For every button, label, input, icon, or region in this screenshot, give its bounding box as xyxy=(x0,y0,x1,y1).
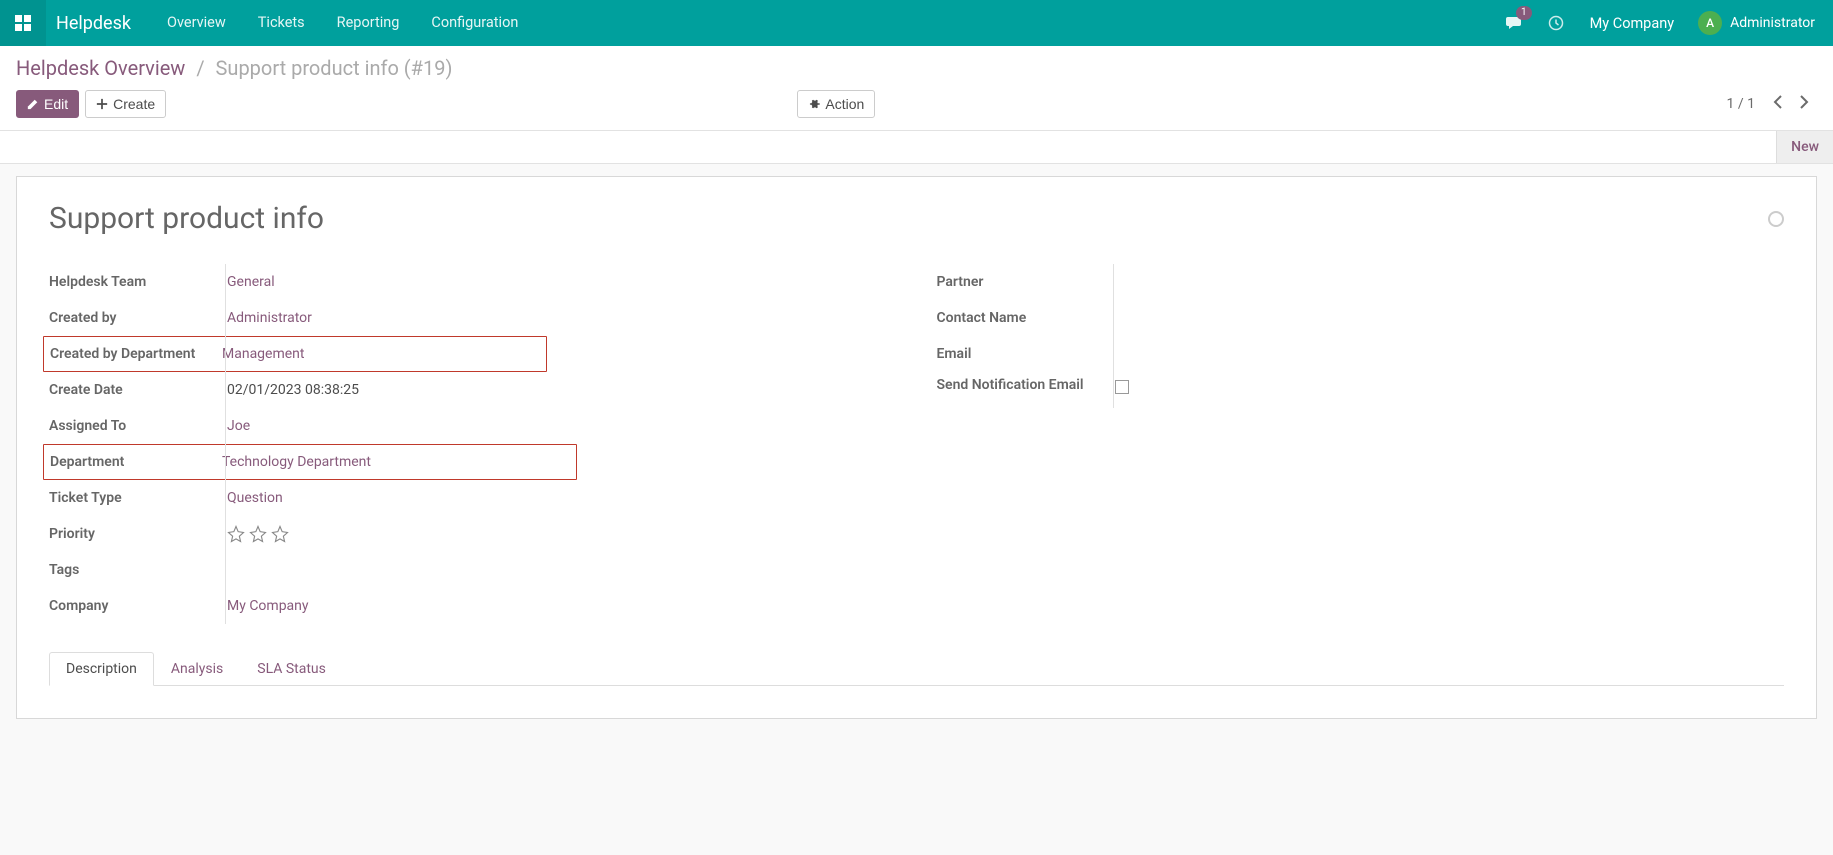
status-new[interactable]: New xyxy=(1776,131,1833,163)
ticket-type-label: Ticket Type xyxy=(49,490,221,506)
send-notification-label: Send Notification Email xyxy=(937,376,1109,396)
messages-icon[interactable]: 1 xyxy=(1494,0,1536,46)
department-label: Department xyxy=(50,454,216,470)
action-button[interactable]: Action xyxy=(797,90,875,118)
send-notification-checkbox[interactable] xyxy=(1115,380,1129,394)
user-menu[interactable]: A Administrator xyxy=(1688,11,1825,35)
created-by-department-row: Created by Department Management xyxy=(43,336,547,372)
tags-label: Tags xyxy=(49,562,221,578)
partner-label: Partner xyxy=(937,274,1109,290)
gear-icon xyxy=(808,98,820,110)
contact-name-value xyxy=(1109,314,1785,322)
pager-previous[interactable] xyxy=(1765,91,1791,117)
star-icon[interactable] xyxy=(227,525,245,543)
tab-description[interactable]: Description xyxy=(49,652,154,686)
created-by-label: Created by xyxy=(49,310,221,326)
page-title: Support product info xyxy=(49,201,324,236)
kanban-state-icon[interactable] xyxy=(1768,211,1784,227)
created-by-department-value[interactable]: Management xyxy=(216,342,546,366)
messages-badge: 1 xyxy=(1516,6,1532,20)
activities-icon[interactable] xyxy=(1536,0,1576,46)
created-by-value[interactable]: Administrator xyxy=(221,306,897,330)
statusbar: New xyxy=(0,131,1833,164)
avatar: A xyxy=(1698,11,1722,35)
breadcrumb-parent[interactable]: Helpdesk Overview xyxy=(16,56,185,80)
chevron-left-icon xyxy=(1773,95,1783,109)
plus-icon xyxy=(96,98,108,110)
pager-next[interactable] xyxy=(1791,91,1817,117)
email-label: Email xyxy=(937,346,1109,362)
app-brand[interactable]: Helpdesk xyxy=(46,13,151,34)
form-sheet: Support product info Helpdesk Team Gener… xyxy=(16,176,1817,719)
top-navbar: Helpdesk Overview Tickets Reporting Conf… xyxy=(0,0,1833,46)
action-button-label: Action xyxy=(825,96,864,112)
create-date-label: Create Date xyxy=(49,382,221,398)
menu-reporting[interactable]: Reporting xyxy=(321,0,416,46)
department-value[interactable]: Technology Department xyxy=(216,450,576,474)
star-icon[interactable] xyxy=(249,525,267,543)
department-row: Department Technology Department xyxy=(43,444,577,480)
menu-tickets[interactable]: Tickets xyxy=(242,0,321,46)
tab-sla-status[interactable]: SLA Status xyxy=(240,652,343,686)
apps-icon[interactable] xyxy=(0,0,46,46)
company-label: Company xyxy=(49,598,221,614)
main-menu: Overview Tickets Reporting Configuration xyxy=(151,0,534,46)
tags-value xyxy=(221,566,897,574)
edit-button-label: Edit xyxy=(44,96,68,112)
menu-overview[interactable]: Overview xyxy=(151,0,242,46)
star-icon[interactable] xyxy=(271,525,289,543)
helpdesk-team-label: Helpdesk Team xyxy=(49,274,221,290)
breadcrumb-separator: / xyxy=(196,56,204,80)
helpdesk-team-value[interactable]: General xyxy=(221,270,897,294)
partner-value xyxy=(1109,278,1785,286)
assigned-to-value[interactable]: Joe xyxy=(221,414,897,438)
user-name: Administrator xyxy=(1730,15,1815,31)
ticket-type-value[interactable]: Question xyxy=(221,486,897,510)
chevron-right-icon xyxy=(1799,95,1809,109)
company-switcher[interactable]: My Company xyxy=(1576,15,1688,32)
create-button[interactable]: Create xyxy=(85,90,166,118)
breadcrumb-current: Support product info (#19) xyxy=(216,56,453,80)
contact-name-label: Contact Name xyxy=(937,310,1109,326)
email-value xyxy=(1109,350,1785,358)
tab-analysis[interactable]: Analysis xyxy=(154,652,240,686)
create-button-label: Create xyxy=(113,96,155,112)
pager-text: 1 / 1 xyxy=(1727,96,1755,112)
create-date-value: 02/01/2023 08:38:25 xyxy=(221,378,897,402)
control-panel: Helpdesk Overview / Support product info… xyxy=(0,46,1833,131)
breadcrumb: Helpdesk Overview / Support product info… xyxy=(16,56,452,80)
pager: 1 / 1 xyxy=(1727,91,1817,117)
pencil-icon xyxy=(27,98,39,110)
priority-stars[interactable] xyxy=(221,521,295,547)
menu-configuration[interactable]: Configuration xyxy=(415,0,534,46)
priority-label: Priority xyxy=(49,526,221,542)
form-tabs: Description Analysis SLA Status xyxy=(49,652,1784,686)
edit-button[interactable]: Edit xyxy=(16,90,79,118)
assigned-to-label: Assigned To xyxy=(49,418,221,434)
company-value[interactable]: My Company xyxy=(221,594,897,618)
created-by-department-label: Created by Department xyxy=(50,346,216,362)
